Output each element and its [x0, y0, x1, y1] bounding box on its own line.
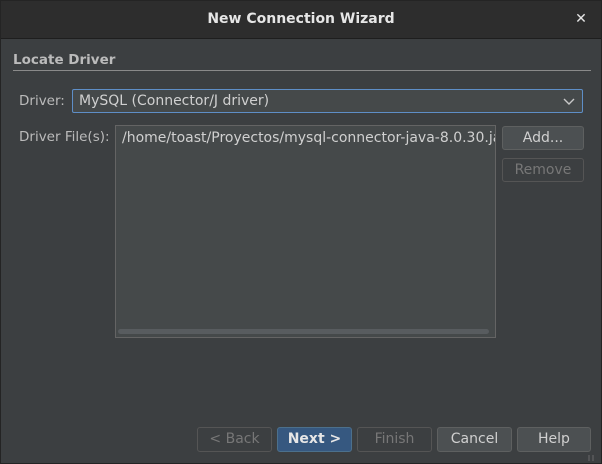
close-icon[interactable]: ✕ [573, 11, 589, 27]
driver-selected-value: MySQL (Connector/J driver) [79, 93, 270, 109]
back-button[interactable]: < Back [197, 427, 272, 452]
title-bar[interactable]: New Connection Wizard ✕ [1, 1, 601, 39]
next-button[interactable]: Next > [277, 427, 352, 452]
new-connection-wizard-dialog: New Connection Wizard ✕ Locate Driver Dr… [0, 0, 602, 464]
remove-file-button[interactable]: Remove [502, 158, 584, 182]
section-title: Locate Driver [13, 52, 116, 68]
driver-files-label: Driver File(s): [19, 129, 110, 145]
add-file-button[interactable]: Add... [502, 126, 584, 150]
cancel-button[interactable]: Cancel [437, 427, 512, 452]
chevron-down-icon [563, 98, 575, 105]
driver-label: Driver: [19, 93, 65, 109]
horizontal-scrollbar[interactable] [118, 329, 489, 334]
finish-button[interactable]: Finish [357, 427, 432, 452]
driver-file-list[interactable]: /home/toast/Proyectos/mysql-connector-ja… [115, 125, 496, 338]
driver-dropdown[interactable]: MySQL (Connector/J driver) [72, 89, 583, 113]
help-button[interactable]: Help [517, 427, 591, 452]
list-item[interactable]: /home/toast/Proyectos/mysql-connector-ja… [122, 130, 495, 146]
window-title: New Connection Wizard [207, 11, 395, 27]
resize-grip-icon[interactable] [587, 455, 597, 461]
section-divider [13, 70, 591, 71]
